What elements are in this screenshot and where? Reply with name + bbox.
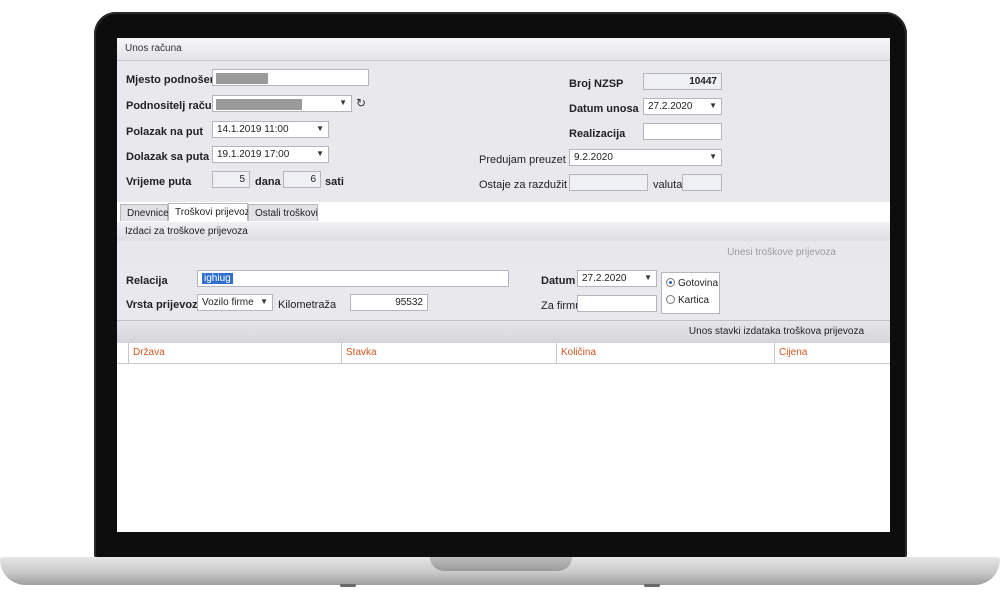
radio-empty-icon	[666, 295, 675, 304]
column-header-kolicina[interactable]: Količina	[556, 343, 774, 363]
relacija-label: Relacija	[126, 275, 168, 287]
tab-ostali-troskovi[interactable]: Ostali troškovi	[248, 204, 318, 221]
broj-label: Broj NZSP	[569, 78, 624, 90]
refresh-icon[interactable]: ↻	[356, 96, 366, 110]
column-header-stavka[interactable]: Stavka	[341, 343, 556, 363]
dana-label: dana	[255, 176, 281, 188]
vrsta-label: Vrsta prijevoza	[126, 299, 204, 311]
podnositelj-select[interactable]: ▼	[212, 95, 352, 112]
datum-unosa-select[interactable]: 27.2.2020 ▼	[643, 98, 722, 115]
chevron-down-icon: ▼	[260, 297, 268, 306]
unesi-troskove-button[interactable]: Unesi troškove prijevoza	[727, 247, 836, 258]
mjesto-label: Mjesto podnošenja	[126, 74, 226, 86]
section-header: Izdaci za troškove prijevoza	[117, 222, 890, 242]
kartica-label: Kartica	[678, 295, 710, 306]
podnositelj-label: Podnositelj računa	[126, 100, 225, 112]
predujam-label: Predujam preuzet	[479, 154, 566, 166]
relacija-value: ighiug	[202, 273, 233, 284]
redacted-mask	[216, 73, 268, 84]
datum-select[interactable]: 27.2.2020 ▼	[577, 270, 657, 287]
vrijeme-label: Vrijeme puta	[126, 176, 192, 188]
tab-troskovi-prijevoza[interactable]: Troškovi prijevoza	[168, 203, 255, 221]
laptop-foot-right	[644, 584, 660, 587]
predujam-select[interactable]: 9.2.2020 ▼	[569, 149, 722, 166]
column-header-cijena[interactable]: Cijena	[774, 343, 890, 363]
radio-selected-icon	[666, 278, 675, 287]
polazak-value: 14.1.2019 11:00	[217, 124, 289, 135]
dolazak-value: 19.1.2019 17:00	[217, 149, 290, 160]
grid-column-headers: Država Stavka Količina Cijena	[117, 343, 890, 364]
realizacija-field[interactable]	[643, 123, 722, 140]
polazak-select[interactable]: 14.1.2019 11:00 ▼	[212, 121, 329, 138]
vrsta-value: Vozilo firme	[202, 297, 254, 308]
datum-unosa-label: Datum unosa	[569, 103, 639, 115]
tab-dnevnice[interactable]: Dnevnice	[120, 204, 169, 221]
chevron-down-icon: ▼	[316, 124, 324, 133]
predujam-value: 9.2.2020	[574, 152, 613, 163]
app-screen: Unos računa Mjesto podnošenja Podnositel…	[117, 38, 890, 532]
section-title: Izdaci za troškove prijevoza	[125, 226, 248, 237]
chevron-down-icon: ▼	[709, 101, 717, 110]
ostaje-field[interactable]	[569, 174, 648, 191]
radio-kartica[interactable]: Kartica	[666, 295, 709, 306]
km-label: Kilometraža	[278, 299, 337, 311]
mjesto-field[interactable]	[212, 69, 369, 86]
dana-field[interactable]: 5	[212, 171, 250, 188]
broj-field[interactable]: 10447	[643, 73, 722, 90]
action-bar: Unesi troškove prijevoza	[117, 241, 890, 264]
valuta-field[interactable]	[682, 174, 722, 191]
ostaje-label: Ostaje za razdužit	[479, 179, 568, 191]
realizacija-label: Realizacija	[569, 128, 626, 140]
window-title: Unos računa	[125, 43, 182, 54]
payment-radio-group: Gotovina Kartica	[661, 272, 720, 314]
window-titlebar: Unos računa	[117, 38, 890, 61]
polazak-label: Polazak na put	[126, 126, 204, 138]
km-field[interactable]: 95532	[350, 294, 428, 311]
chevron-down-icon: ▼	[644, 273, 652, 282]
sati-label: sati	[325, 176, 344, 188]
chevron-down-icon: ▼	[316, 149, 324, 158]
laptop-foot-left	[340, 584, 356, 587]
datum-value: 27.2.2020	[582, 273, 627, 284]
gotovina-label: Gotovina	[678, 278, 719, 289]
chevron-down-icon: ▼	[339, 98, 347, 107]
zafirmu-label: Za firmu	[541, 300, 582, 312]
grid-title-bar: Unos stavki izdataka troškova prijevoza	[117, 320, 890, 344]
radio-gotovina[interactable]: Gotovina	[666, 278, 718, 289]
datum-label: Datum	[541, 275, 576, 287]
relacija-field[interactable]: ighiug	[197, 270, 509, 287]
zafirmu-field[interactable]	[577, 295, 657, 312]
laptop-notch	[430, 557, 572, 571]
datum-unosa-value: 27.2.2020	[648, 101, 693, 112]
chevron-down-icon: ▼	[709, 152, 717, 161]
dolazak-select[interactable]: 19.1.2019 17:00 ▼	[212, 146, 329, 163]
redacted-mask	[216, 99, 302, 110]
grid-title: Unos stavki izdataka troškova prijevoza	[688, 326, 864, 337]
dolazak-label: Dolazak sa puta	[126, 151, 210, 163]
sati-field[interactable]: 6	[283, 171, 321, 188]
valuta-label: valuta	[653, 179, 683, 191]
column-header-drzava[interactable]: Država	[128, 343, 341, 363]
vrsta-select[interactable]: Vozilo firme ▼	[197, 294, 273, 311]
